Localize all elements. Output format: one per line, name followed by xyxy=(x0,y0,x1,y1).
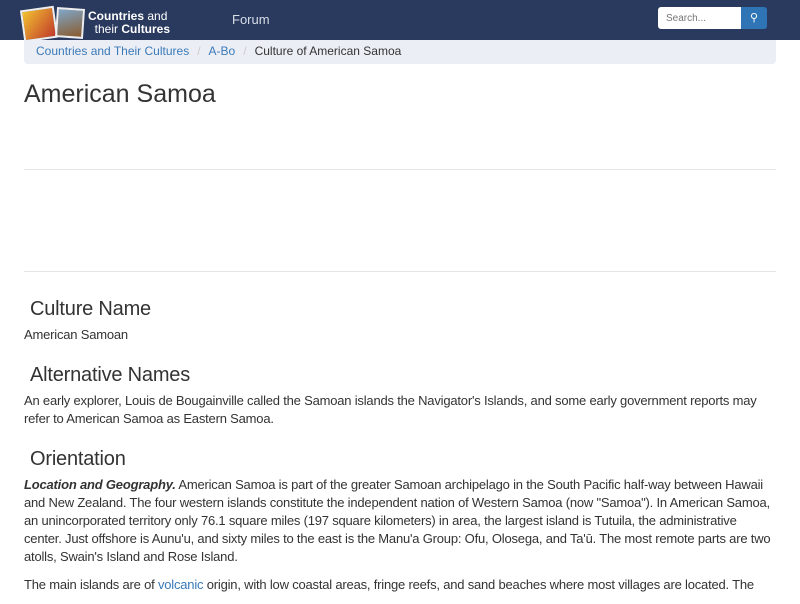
logo-word: their xyxy=(94,22,122,36)
paragraph-text: origin, with low coastal areas, fringe r… xyxy=(203,577,754,592)
breadcrumb-link[interactable]: A-Bo xyxy=(209,44,236,58)
page-title: American Samoa xyxy=(24,80,216,108)
logo-text: Countries and their Cultures xyxy=(88,10,170,36)
section-text: The main islands are of volcanic origin,… xyxy=(24,576,776,594)
breadcrumb-separator: / xyxy=(197,44,201,58)
volcanic-link[interactable]: volcanic xyxy=(158,577,204,592)
logo-word: Countries xyxy=(88,9,145,23)
section-heading: Orientation xyxy=(30,448,126,470)
nav-forum-link[interactable]: Forum xyxy=(232,12,270,27)
section-text: Location and Geography. American Samoa i… xyxy=(24,476,776,566)
search-icon: ⚲ xyxy=(749,12,759,24)
search-input[interactable] xyxy=(658,7,741,29)
subsection-lead: Location and Geography. xyxy=(24,477,176,492)
breadcrumb: Countries and Their Cultures / A-Bo / Cultur… xyxy=(24,40,776,64)
search-button[interactable]: ⚲ xyxy=(741,7,767,29)
section-heading: Culture Name xyxy=(30,298,151,320)
section-heading: Alternative Names xyxy=(30,364,190,386)
logo-photo-statues xyxy=(54,7,86,39)
divider xyxy=(24,271,776,272)
breadcrumb-link[interactable]: Countries and Their Cultures xyxy=(36,44,189,58)
article-content: Culture Name American Samoan Alternative… xyxy=(24,298,776,604)
logo-word: Cultures xyxy=(121,22,171,36)
paragraph-text: The main islands are of xyxy=(24,577,158,592)
breadcrumb-separator: / xyxy=(243,44,247,58)
logo-word: and xyxy=(144,9,168,23)
top-navbar: Countries and their Cultures Forum ⚲ xyxy=(0,0,800,43)
section-text: American Samoan xyxy=(24,327,128,342)
breadcrumb-current: Culture of American Samoa xyxy=(254,44,402,58)
section-text: An early explorer, Louis de Bougainville… xyxy=(24,393,757,426)
divider xyxy=(24,169,776,170)
logo-photo-dragon xyxy=(19,5,59,43)
